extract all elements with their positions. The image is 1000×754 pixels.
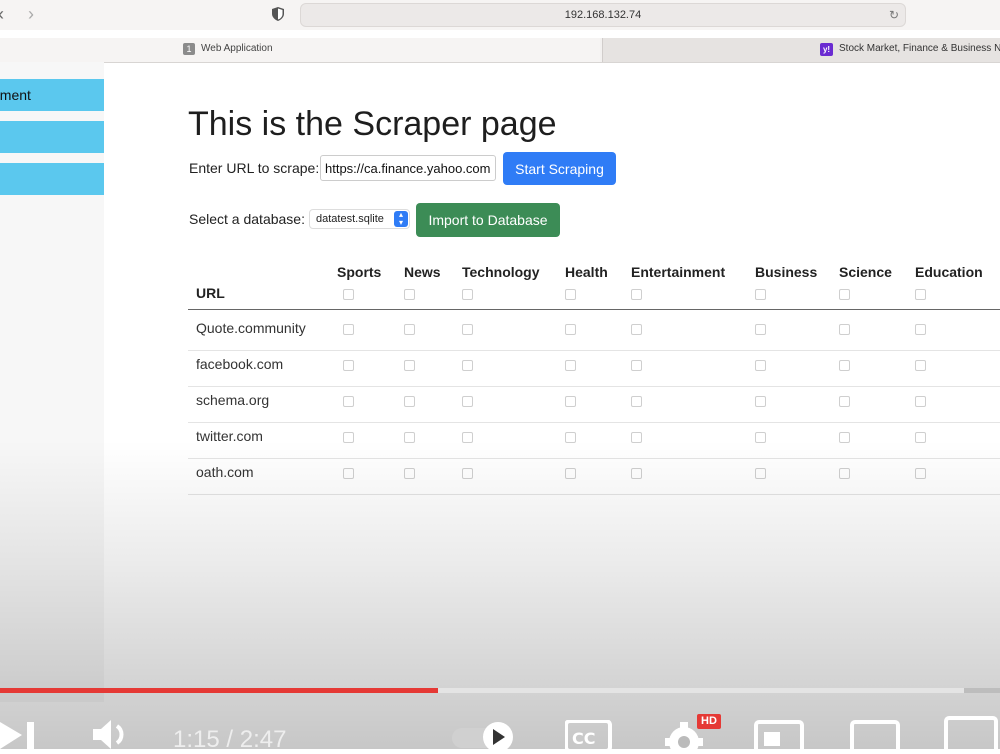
url-label: Enter URL to scrape:: [189, 160, 320, 176]
progress-bar[interactable]: [0, 688, 1000, 693]
browser-toolbar: ‹ › 192.168.132.74 ↻: [0, 0, 1000, 30]
shield-icon[interactable]: [272, 7, 284, 21]
tab-badge: 1: [183, 43, 195, 55]
sidebar-item-management[interactable]: ement: [0, 79, 104, 111]
tab-web-application[interactable]: 1 Web Application: [0, 38, 600, 62]
category-checkbox-news[interactable]: [404, 324, 415, 335]
category-checkbox-science[interactable]: [839, 324, 850, 335]
category-checkbox-sports[interactable]: [343, 360, 354, 371]
column-header-science: Science: [839, 264, 892, 280]
header-divider: [188, 309, 1000, 310]
back-icon[interactable]: ‹: [0, 4, 4, 25]
category-checkbox-entertainment[interactable]: [631, 396, 642, 407]
hd-badge: HD: [697, 714, 721, 729]
tab-label: Stock Market, Finance & Business N: [839, 43, 1000, 54]
tab-bar: 1 Web Application y! Stock Market, Finan…: [0, 38, 1000, 63]
chevron-updown-icon: ▴ ▾: [394, 211, 408, 227]
database-selected-value: datatest.sqlite: [316, 213, 384, 225]
select-all-checkbox-science[interactable]: [839, 289, 850, 300]
volume-icon[interactable]: [93, 720, 133, 749]
category-checkbox-education[interactable]: [915, 396, 926, 407]
forward-icon[interactable]: ›: [28, 4, 34, 25]
tab-label: Web Application: [201, 43, 273, 54]
captions-icon[interactable]: CC: [565, 720, 613, 749]
select-all-checkbox-business[interactable]: [755, 289, 766, 300]
row-divider: [188, 422, 1000, 423]
database-select[interactable]: datatest.sqlite ▴ ▾: [309, 209, 410, 229]
row-url: Quote.community: [196, 320, 306, 336]
column-header-business: Business: [755, 264, 818, 280]
category-checkbox-technology[interactable]: [462, 360, 473, 371]
category-checkbox-sports[interactable]: [343, 324, 354, 335]
next-icon[interactable]: [0, 722, 40, 749]
category-checkbox-education[interactable]: [915, 324, 926, 335]
time-display: 1:15 / 2:47: [173, 726, 287, 753]
category-checkbox-science[interactable]: [839, 360, 850, 371]
player-gradient: [0, 440, 1000, 749]
column-header-sports: Sports: [337, 264, 382, 280]
column-header-news: News: [404, 264, 441, 280]
column-header-health: Health: [565, 264, 608, 280]
url-input[interactable]: [320, 155, 496, 181]
row-url: schema.org: [196, 392, 270, 408]
row-divider: [188, 350, 1000, 351]
tab-stock-market[interactable]: y! Stock Market, Finance & Business N: [602, 38, 1000, 62]
category-checkbox-health[interactable]: [565, 324, 576, 335]
category-checkbox-business[interactable]: [755, 396, 766, 407]
svg-text:CC: CC: [572, 729, 595, 748]
category-checkbox-sports[interactable]: [343, 396, 354, 407]
category-checkbox-health[interactable]: [565, 396, 576, 407]
category-checkbox-entertainment[interactable]: [631, 324, 642, 335]
category-checkbox-news[interactable]: [404, 360, 415, 371]
progress-played: [0, 688, 438, 693]
miniplayer-icon[interactable]: [754, 720, 806, 749]
page-title: This is the Scraper page: [188, 105, 557, 143]
column-header-technology: Technology: [462, 264, 540, 280]
category-checkbox-business[interactable]: [755, 360, 766, 371]
sidebar-item-scraper[interactable]: r: [0, 121, 104, 153]
category-checkbox-science[interactable]: [839, 396, 850, 407]
select-all-checkbox-health[interactable]: [565, 289, 576, 300]
column-header-education: Education: [915, 264, 983, 280]
autoplay-toggle-icon[interactable]: [452, 722, 522, 749]
database-label: Select a database:: [189, 211, 305, 227]
select-all-checkbox-sports[interactable]: [343, 289, 354, 300]
start-scraping-button[interactable]: Start Scraping: [503, 152, 616, 185]
fullscreen-icon[interactable]: [944, 716, 1000, 749]
column-header-entertainment: Entertainment: [631, 264, 726, 280]
yahoo-icon: y!: [820, 43, 833, 56]
row-divider: [188, 386, 1000, 387]
category-checkbox-technology[interactable]: [462, 396, 473, 407]
select-all-checkbox-news[interactable]: [404, 289, 415, 300]
select-all-checkbox-education[interactable]: [915, 289, 926, 300]
address-bar[interactable]: 192.168.132.74 ↻: [300, 3, 906, 27]
import-to-database-button[interactable]: Import to Database: [416, 203, 560, 237]
theater-mode-icon[interactable]: [850, 720, 902, 749]
address-text: 192.168.132.74: [564, 9, 642, 21]
select-all-checkbox-technology[interactable]: [462, 289, 473, 300]
category-checkbox-business[interactable]: [755, 324, 766, 335]
category-checkbox-entertainment[interactable]: [631, 360, 642, 371]
column-header-url: URL: [196, 285, 225, 301]
select-all-checkbox-entertainment[interactable]: [631, 289, 642, 300]
category-checkbox-news[interactable]: [404, 396, 415, 407]
category-checkbox-education[interactable]: [915, 360, 926, 371]
sidebar-item-third[interactable]: [0, 163, 104, 195]
category-checkbox-technology[interactable]: [462, 324, 473, 335]
category-checkbox-health[interactable]: [565, 360, 576, 371]
reload-icon[interactable]: ↻: [889, 4, 899, 26]
row-url: facebook.com: [196, 356, 284, 372]
